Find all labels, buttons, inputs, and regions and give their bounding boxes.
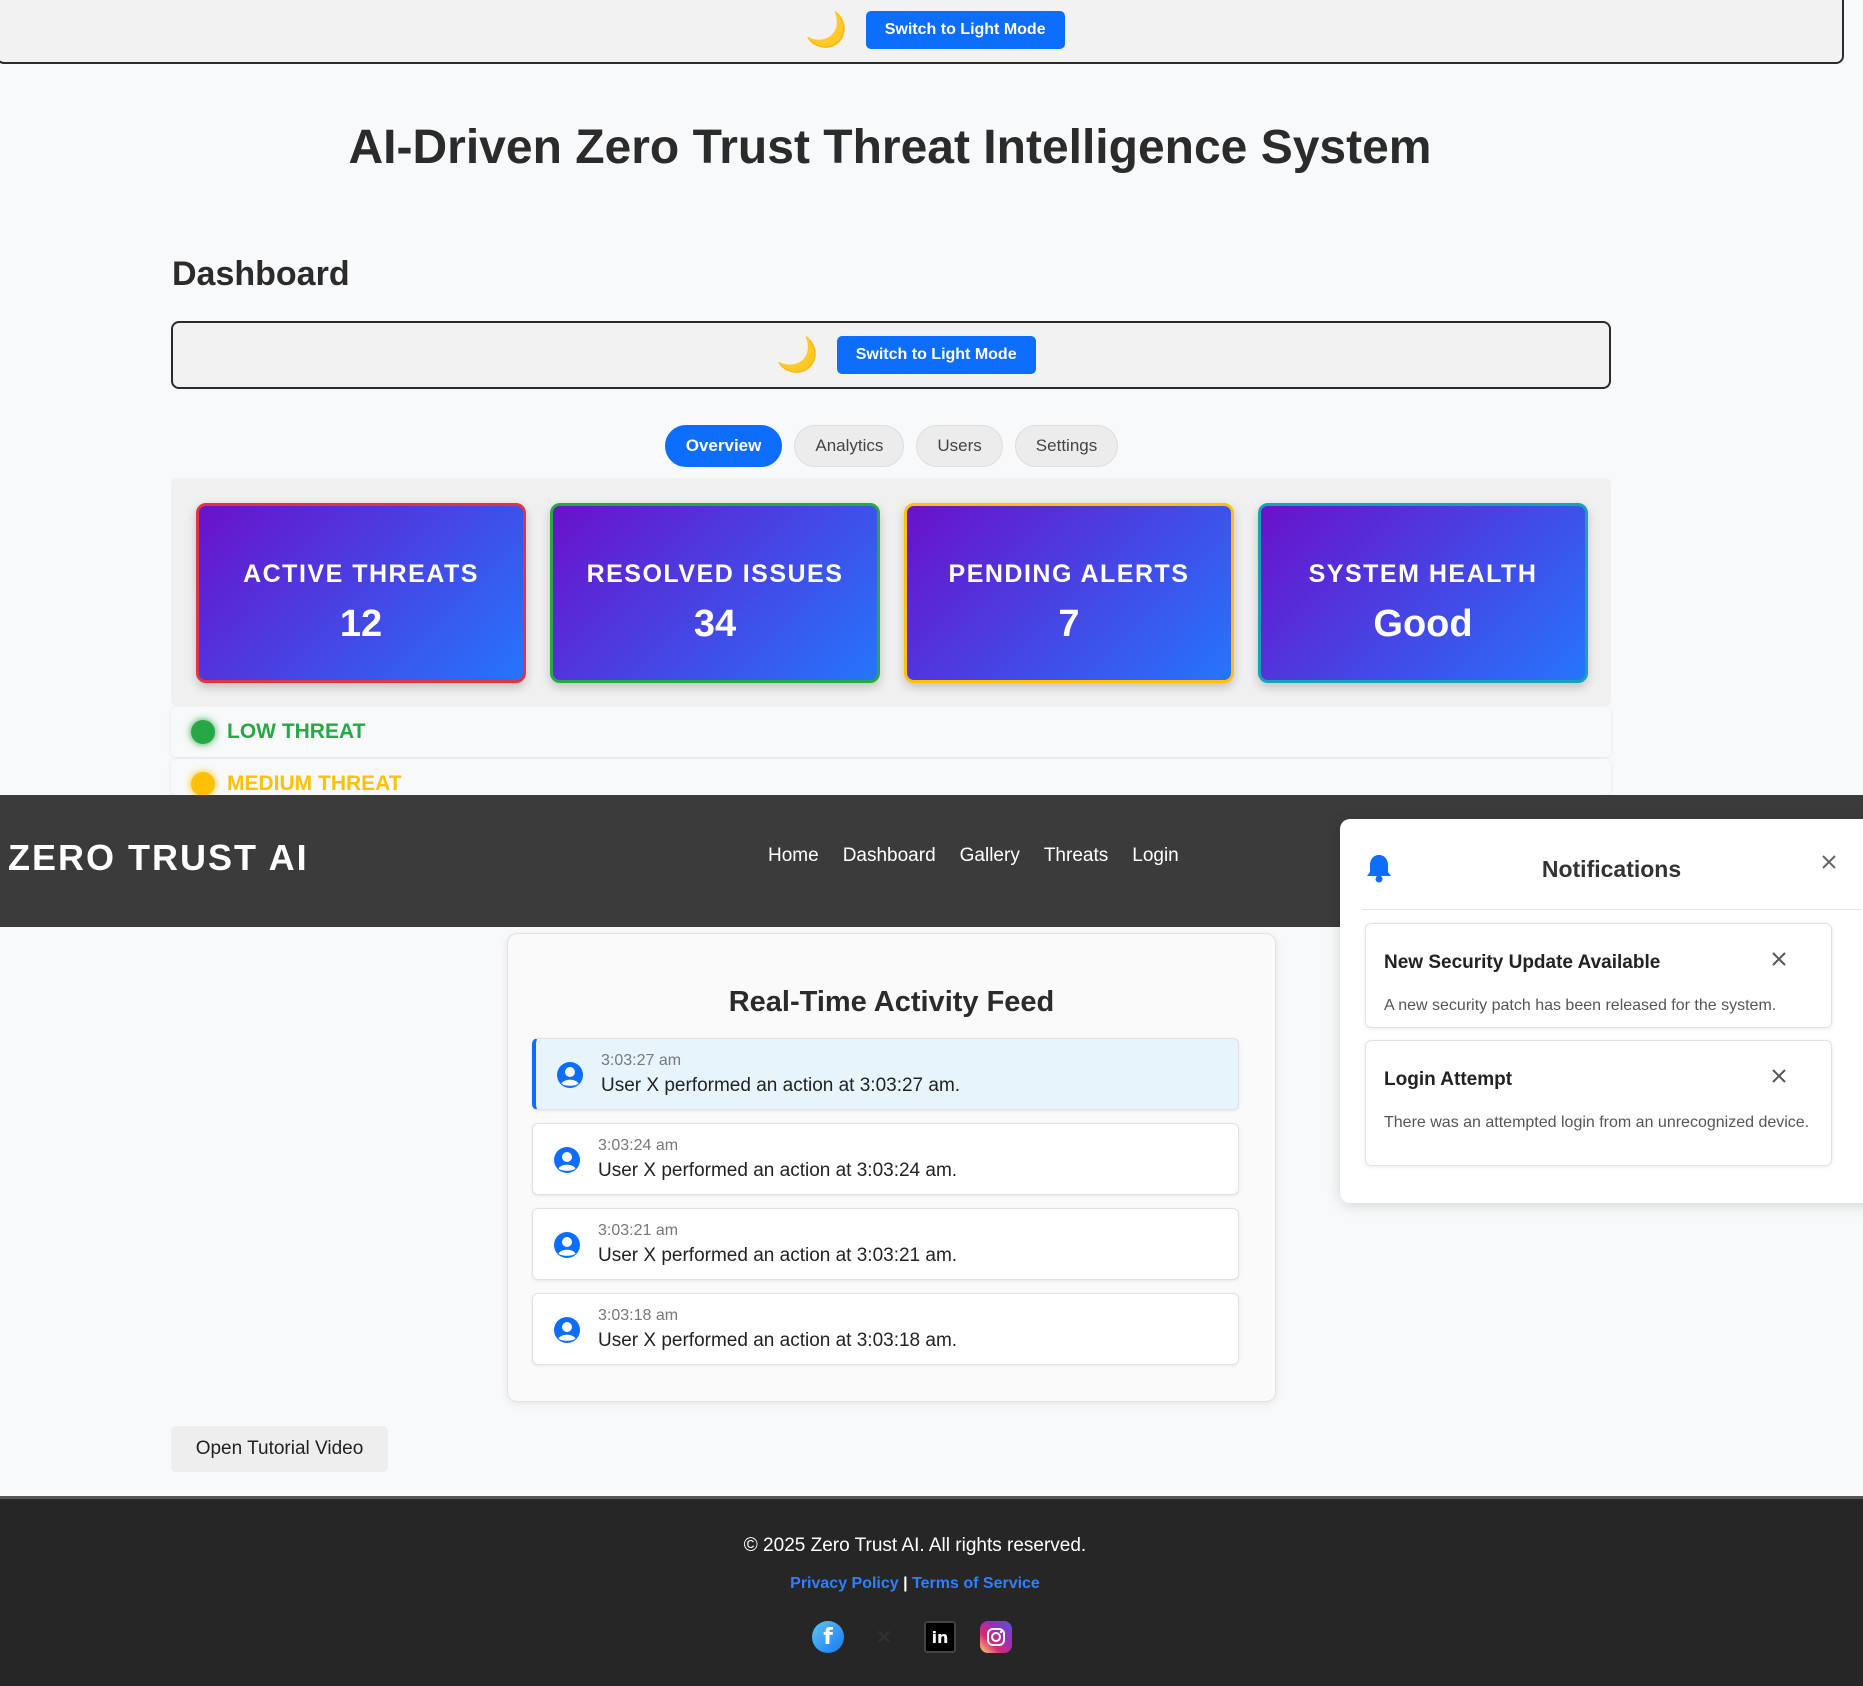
facebook-icon[interactable]: f — [812, 1621, 844, 1653]
user-icon — [553, 1146, 581, 1179]
notification-card: New Security Update Available A new secu… — [1365, 923, 1832, 1028]
notification-body: A new security patch has been released f… — [1384, 997, 1777, 1014]
activity-item: 3:03:27 am User X performed an action at… — [532, 1038, 1239, 1110]
green-status-dot-icon — [191, 720, 215, 744]
activity-time: 3:03:21 am — [598, 1222, 679, 1239]
tab-analytics[interactable]: Analytics — [794, 425, 905, 467]
activity-time: 3:03:27 am — [601, 1052, 682, 1069]
open-tutorial-video-button[interactable]: Open Tutorial Video — [171, 1426, 388, 1472]
notification-card: Login Attempt There was an attempted log… — [1365, 1040, 1832, 1166]
activity-item: 3:03:21 am User X performed an action at… — [532, 1208, 1239, 1280]
linkedin-icon[interactable]: in — [924, 1621, 956, 1653]
stat-card-system-health: SYSTEM HEALTH Good — [1258, 503, 1588, 683]
user-icon — [556, 1061, 584, 1094]
instagram-icon[interactable] — [980, 1621, 1012, 1653]
notifications-header: Notifications — [1362, 819, 1861, 910]
footer: © 2025 Zero Trust AI. All rights reserve… — [0, 1496, 1863, 1686]
nav-link-login[interactable]: Login — [1132, 845, 1179, 867]
x-icon[interactable]: ✕ — [868, 1621, 900, 1653]
close-icon[interactable] — [1820, 853, 1838, 876]
activity-text: User X performed an action at 3:03:21 am… — [598, 1245, 958, 1266]
threat-level-low: LOW THREAT — [171, 707, 1611, 757]
notification-body: There was an attempted login from an unr… — [1384, 1114, 1810, 1131]
activity-text: User X performed an action at 3:03:18 am… — [598, 1330, 958, 1351]
terms-of-service-link[interactable]: Terms of Service — [912, 1575, 1040, 1592]
nav-links: Home Dashboard Gallery Threats Login — [768, 845, 1179, 867]
moon-icon: 🌙 — [805, 10, 848, 50]
user-icon — [553, 1316, 581, 1349]
stat-label: SYSTEM HEALTH — [1308, 560, 1538, 588]
brand-logo[interactable]: ZERO TRUST AI — [8, 837, 309, 879]
yellow-status-dot-icon — [191, 772, 215, 795]
stat-card-active-threats: ACTIVE THREATS 12 — [196, 503, 526, 683]
footer-separator: | — [903, 1575, 908, 1592]
activity-feed-title: Real-Time Activity Feed — [728, 986, 1055, 1018]
threat-label: LOW THREAT — [227, 720, 366, 743]
tab-overview[interactable]: Overview — [664, 425, 783, 467]
top-mode-bar: 🌙 Switch to Light Mode — [0, 0, 1844, 64]
notification-title: New Security Update Available — [1384, 952, 1661, 973]
activity-feed: Real-Time Activity Feed 3:03:27 am User … — [507, 933, 1276, 1402]
notifications-panel: Notifications New Security Update Availa… — [1340, 819, 1863, 1203]
activity-text: User X performed an action at 3:03:27 am… — [601, 1075, 961, 1096]
tab-users[interactable]: Users — [916, 425, 1003, 467]
dashboard-mode-bar: 🌙 Switch to Light Mode — [171, 321, 1611, 389]
privacy-policy-link[interactable]: Privacy Policy — [790, 1575, 899, 1592]
nav-link-home[interactable]: Home — [768, 845, 819, 867]
threat-level-medium: MEDIUM THREAT — [171, 759, 1611, 795]
tab-settings[interactable]: Settings — [1014, 425, 1119, 467]
nav-link-threats[interactable]: Threats — [1044, 845, 1108, 867]
close-icon[interactable] — [1771, 951, 1787, 972]
activity-time: 3:03:18 am — [598, 1307, 679, 1324]
notifications-title: Notifications — [1541, 856, 1682, 882]
stat-value: Good — [1373, 603, 1473, 645]
footer-links: Privacy Policy | Terms of Service — [0, 1575, 1830, 1593]
stat-label: RESOLVED ISSUES — [586, 560, 844, 588]
nav-link-dashboard[interactable]: Dashboard — [843, 845, 936, 867]
stat-label: ACTIVE THREATS — [243, 560, 479, 588]
threat-label: MEDIUM THREAT — [227, 772, 402, 795]
stat-value: 34 — [693, 603, 737, 645]
activity-time: 3:03:24 am — [598, 1137, 679, 1154]
stat-value: 12 — [339, 603, 383, 645]
dashboard-title: Dashboard — [172, 255, 350, 293]
activity-item: 3:03:18 am User X performed an action at… — [532, 1293, 1239, 1365]
activity-text: User X performed an action at 3:03:24 am… — [598, 1160, 958, 1181]
close-icon[interactable] — [1771, 1068, 1787, 1089]
stat-card-resolved-issues: RESOLVED ISSUES 34 — [550, 503, 880, 683]
moon-icon: 🌙 — [776, 335, 819, 375]
notification-title: Login Attempt — [1384, 1069, 1513, 1090]
switch-light-mode-button[interactable]: Switch to Light Mode — [865, 11, 1065, 49]
page-title: AI-Driven Zero Trust Threat Intelligence… — [348, 121, 1432, 174]
social-links: f ✕ in — [812, 1621, 1012, 1653]
copyright-text: © 2025 Zero Trust AI. All rights reserve… — [743, 1535, 1087, 1556]
stat-value: 7 — [1058, 603, 1080, 645]
activity-item: 3:03:24 am User X performed an action at… — [532, 1123, 1239, 1195]
switch-light-mode-button[interactable]: Switch to Light Mode — [836, 336, 1036, 374]
stat-label: PENDING ALERTS — [948, 560, 1190, 588]
user-icon — [553, 1231, 581, 1264]
stat-card-pending-alerts: PENDING ALERTS 7 — [904, 503, 1234, 683]
stats-panel: ACTIVE THREATS 12 RESOLVED ISSUES 34 PEN… — [171, 478, 1611, 706]
nav-link-gallery[interactable]: Gallery — [960, 845, 1020, 867]
dashboard-tabs: Overview Analytics Users Settings — [0, 425, 1783, 467]
